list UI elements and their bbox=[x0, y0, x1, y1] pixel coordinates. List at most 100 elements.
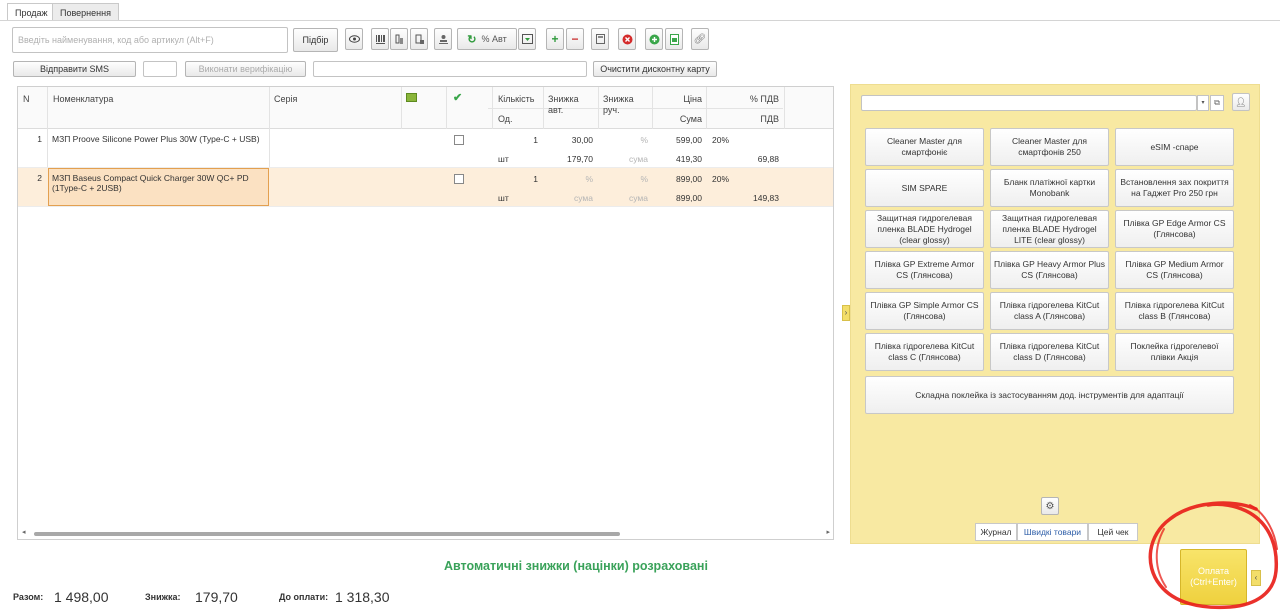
header-disc-auto: Знижка авт. bbox=[548, 94, 579, 115]
auto-discount-button[interactable]: ↻ % Авт bbox=[457, 28, 517, 50]
total-value: 1 498,00 bbox=[54, 589, 109, 605]
annotation-circle bbox=[1148, 501, 1279, 610]
quick-goods-button[interactable]: Плівка гідрогелева KitCut class B (Глянс… bbox=[1115, 292, 1234, 330]
row-price: 599,00 bbox=[676, 135, 702, 145]
quick-goods-button[interactable]: Плівка гідрогелева KitCut class D (Глянс… bbox=[990, 333, 1109, 371]
quick-goods-button[interactable]: Плівка GP Simple Armor CS (Глянсова) bbox=[865, 292, 984, 330]
dropdown-chevron-icon[interactable]: ▾ bbox=[1197, 95, 1209, 111]
row-name: МЗП Proove Silicone Power Plus 30W (Type… bbox=[52, 134, 260, 144]
discount-label: Знижка: bbox=[145, 592, 181, 602]
status-message: Автоматичні знижки (націнки) розраховані bbox=[444, 559, 708, 573]
quick-goods-button[interactable]: Плівка GP Edge Armor CS (Глянсова) bbox=[1115, 210, 1234, 248]
quick-goods-button[interactable]: Cleaner Master для смартфоніє bbox=[865, 128, 984, 166]
link-icon[interactable]: 🔗︎ bbox=[691, 28, 709, 50]
quick-goods-button[interactable]: Защитная гидрогелевая пленка BLADE Hydro… bbox=[990, 210, 1109, 248]
row-n: 1 bbox=[37, 134, 42, 144]
row-disc-auto: % bbox=[585, 174, 593, 184]
to-pay-label: До оплати: bbox=[279, 592, 329, 602]
plus-icon[interactable]: + bbox=[546, 28, 564, 50]
pick-button[interactable]: Підбір bbox=[293, 28, 338, 52]
col-divider bbox=[652, 87, 653, 129]
tab-strip-line bbox=[0, 20, 1280, 21]
scanner-icon[interactable] bbox=[390, 28, 408, 50]
table-row[interactable]: 1 МЗП Proove Silicone Power Plus 30W (Ty… bbox=[18, 129, 833, 168]
header-series: Серія bbox=[274, 94, 298, 104]
panel-toggle-button[interactable]: › bbox=[842, 305, 850, 321]
row-disc-manual: % bbox=[640, 135, 648, 145]
header-vat-pct: % ПДВ bbox=[749, 94, 779, 104]
document-icon[interactable] bbox=[665, 28, 683, 50]
quick-goods-button[interactable]: SIM SPARE bbox=[865, 169, 984, 207]
barcode-column-icon bbox=[406, 93, 417, 102]
sms-code-field[interactable] bbox=[143, 61, 177, 77]
panel-tab-this-receipt[interactable]: Цей чек bbox=[1088, 523, 1138, 541]
panel-settings-button[interactable]: ⚙ bbox=[1041, 497, 1059, 515]
row-price: 899,00 bbox=[676, 174, 702, 184]
device-icon[interactable] bbox=[410, 28, 428, 50]
panel-tab-journal[interactable]: Журнал bbox=[975, 523, 1017, 541]
quick-goods-button[interactable]: Плівка гідрогелева KitCut class A (Глянс… bbox=[990, 292, 1109, 330]
quick-goods-button[interactable]: Плівка GP Extreme Armor CS (Глянсова) bbox=[865, 251, 984, 289]
quick-goods-button[interactable]: Плівка GP Medium Armor CS (Глянсова) bbox=[1115, 251, 1234, 289]
table-row[interactable]: 2 МЗП Baseus Compact Quick Charger 30W Q… bbox=[18, 168, 833, 207]
scroll-left-icon[interactable]: ◂ bbox=[22, 528, 26, 536]
auto-discount-label: % Авт bbox=[481, 34, 507, 44]
row-vat: 69,88 bbox=[757, 154, 779, 164]
quick-goods-search-input[interactable] bbox=[861, 95, 1197, 111]
quick-goods-panel: ▾ ⧉ 👤︎ Cleaner Master для смартфоніє Clea… bbox=[850, 84, 1260, 544]
download-icon[interactable] bbox=[518, 28, 536, 50]
row-vat-pct: 20% bbox=[712, 135, 730, 145]
quick-goods-button[interactable]: Поклейка гідрогелевої плівки Акція bbox=[1115, 333, 1234, 371]
horizontal-scrollbar[interactable]: ◂ ▸ bbox=[22, 528, 830, 537]
discount-value: 179,70 bbox=[195, 589, 238, 605]
user-settings-icon[interactable]: 👤︎ bbox=[1232, 93, 1250, 111]
quick-goods-button[interactable]: Встановлення зах покриття на Гаджет Pro … bbox=[1115, 169, 1234, 207]
row-n: 2 bbox=[37, 173, 42, 183]
row-qty: 1 bbox=[533, 174, 538, 184]
header-nomenclature: Номенклатура bbox=[53, 94, 114, 104]
scroll-right-icon[interactable]: ▸ bbox=[826, 528, 830, 536]
row-disc-auto-sum: сума bbox=[574, 193, 593, 203]
quick-goods-button[interactable]: Плівка GP Heavy Armor Plus CS (Глянсова) bbox=[990, 251, 1109, 289]
header-unit: Од. bbox=[498, 114, 513, 124]
send-sms-button[interactable]: Відправити SMS bbox=[13, 61, 136, 77]
eye-icon[interactable] bbox=[345, 28, 363, 50]
barcode-icon[interactable] bbox=[371, 28, 389, 50]
col-divider bbox=[492, 87, 493, 129]
row-name: МЗП Baseus Compact Quick Charger 30W QC+… bbox=[52, 173, 249, 193]
minus-icon[interactable]: − bbox=[566, 28, 584, 50]
open-window-icon[interactable]: ⧉ bbox=[1210, 95, 1224, 111]
row-vat: 149,83 bbox=[753, 193, 779, 203]
row-disc-manual: % bbox=[640, 174, 648, 184]
discount-card-field[interactable] bbox=[313, 61, 587, 77]
row-unit: шт bbox=[498, 154, 509, 164]
quick-goods-button[interactable]: Бланк платіжної картки Monobank bbox=[990, 169, 1109, 207]
quick-goods-button[interactable]: Складна поклейка із застосуванням дод. і… bbox=[865, 376, 1234, 414]
row-checkbox[interactable] bbox=[454, 135, 464, 145]
panel-tab-quick-goods[interactable]: Швидкі товари bbox=[1017, 523, 1088, 541]
verify-button[interactable]: Виконати верифікацію bbox=[185, 61, 306, 77]
row-disc-auto-sum: 179,70 bbox=[567, 154, 593, 164]
tab-return[interactable]: Повернення bbox=[52, 3, 119, 20]
quick-goods-button[interactable]: Защитная гидрогелевая пленка BLADE Hydro… bbox=[865, 210, 984, 248]
col-divider bbox=[706, 87, 707, 129]
row-sum: 419,30 bbox=[676, 154, 702, 164]
row-disc-auto: 30,00 bbox=[571, 135, 593, 145]
cancel-icon[interactable] bbox=[618, 28, 636, 50]
quick-goods-button[interactable]: Cleaner Master для смартфонів 250 bbox=[990, 128, 1109, 166]
add-circle-icon[interactable] bbox=[645, 28, 663, 50]
quick-goods-button[interactable]: eSIM -спаре bbox=[1115, 128, 1234, 166]
search-input[interactable]: Введіть найменування, код або артикул (A… bbox=[12, 27, 288, 53]
col-divider bbox=[784, 87, 785, 129]
quick-goods-button[interactable]: Плівка гідрогелева KitCut class C (Глянс… bbox=[865, 333, 984, 371]
refresh-icon: ↻ bbox=[467, 33, 477, 46]
tab-sale[interactable]: Продаж bbox=[7, 3, 56, 21]
to-pay-value: 1 318,30 bbox=[335, 589, 390, 605]
stamp-icon[interactable] bbox=[434, 28, 452, 50]
header-qty: Кількість bbox=[498, 94, 535, 104]
row-checkbox[interactable] bbox=[454, 174, 464, 184]
clear-discount-card-button[interactable]: Очистити дисконтну карту bbox=[593, 61, 717, 77]
calculator-icon[interactable] bbox=[591, 28, 609, 50]
col-divider bbox=[401, 87, 402, 129]
scrollbar-thumb[interactable] bbox=[34, 532, 620, 536]
